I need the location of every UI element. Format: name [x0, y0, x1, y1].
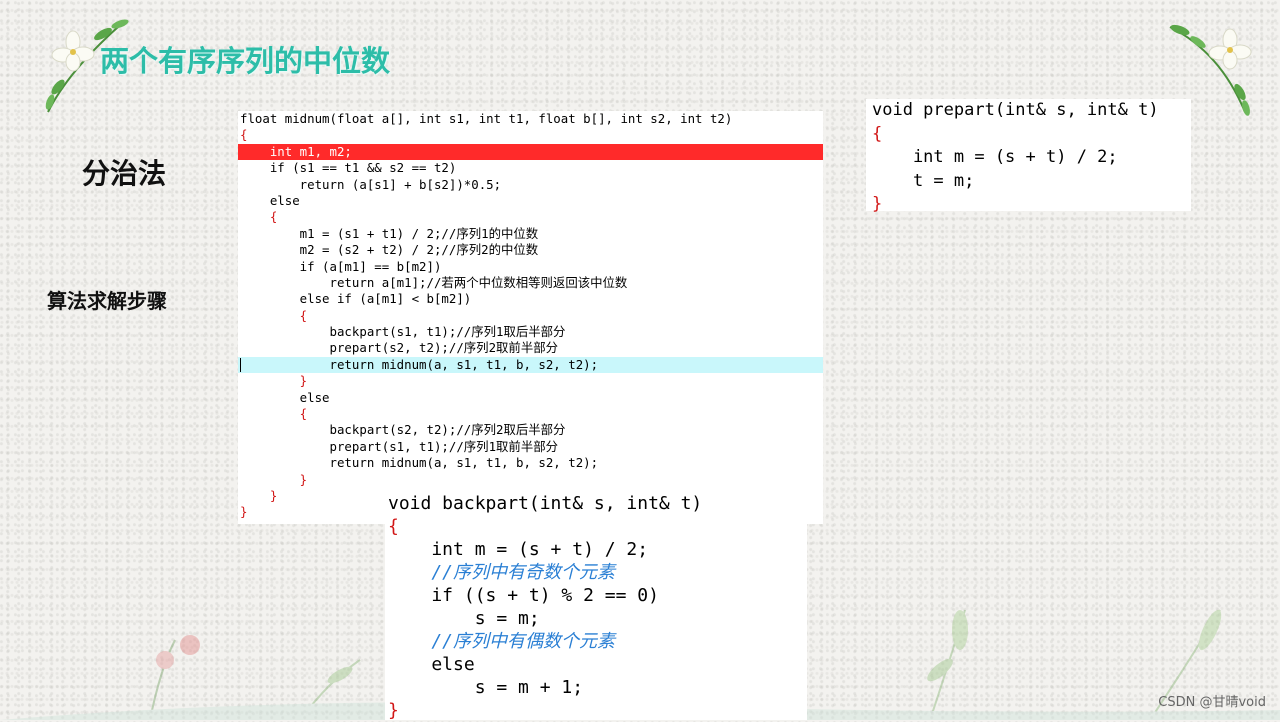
code-line: float midnum(float a[], int s1, int t1, … [240, 111, 733, 126]
code-line: if ((s + t) % 2 == 0) [388, 585, 659, 606]
code-line: prepart(s1, t1);//序列1取前半部分 [240, 438, 558, 454]
code-line: { [240, 127, 248, 143]
watermark: CSDN @甘晴void [1158, 695, 1266, 710]
code-line: if (a[m1] == b[m2]) [240, 258, 442, 274]
code-line: else [240, 389, 330, 405]
code-comment-line: //序列中有偶数个元素 [388, 631, 616, 652]
code-line: { [240, 406, 308, 422]
code-line: { [388, 516, 399, 537]
code-line: void prepart(int& s, int& t) [872, 100, 1159, 120]
code-comment-line: //序列中有奇数个元素 [388, 562, 616, 583]
code-line: } [240, 373, 308, 389]
midnum-code-panel: float midnum(float a[], int s1, int t1, … [238, 111, 823, 524]
code-line: backpart(s1, t1);//序列1取后半部分 [240, 324, 566, 340]
code-line: m1 = (s1 + t1) / 2;//序列1的中位数 [240, 225, 539, 241]
code-line: else [388, 654, 475, 675]
code-line: s = m + 1; [388, 677, 584, 698]
slide-title: 两个有序序列的中位数 [100, 44, 391, 78]
code-line: int m = (s + t) / 2; [872, 147, 1118, 167]
code-line: t = m; [872, 170, 975, 191]
code-line: m2 = (s2 + t2) / 2;//序列2的中位数 [240, 242, 539, 258]
code-line: return (a[s1] + b[s2])*0.5; [240, 176, 502, 192]
code-line: { [872, 123, 883, 144]
backpart-code-panel: void backpart(int& s, int& t) { int m = … [385, 492, 807, 721]
prepart-code-panel: void prepart(int& s, int& t) { int m = (… [866, 99, 1191, 214]
code-line: return midnum(a, s1, t1, b, s2, t2); [240, 455, 599, 471]
code-line: } [240, 471, 308, 487]
code-line-error-highlight: int m1, m2; [238, 143, 823, 161]
code-line: } [872, 194, 883, 214]
code-line: s = m; [388, 608, 540, 629]
code-line: else if (a[m1] < b[m2]) [240, 291, 472, 307]
code-line: prepart(s2, t2);//序列2取前半部分 [240, 340, 558, 356]
code-line: int m = (s + t) / 2; [388, 539, 649, 560]
steps-label: 算法求解步骤 [47, 289, 167, 313]
code-line: if (s1 == t1 && s2 == t2) [240, 160, 457, 176]
method-label: 分治法 [82, 157, 167, 190]
code-line: { [240, 307, 308, 323]
code-line: return a[m1];//若两个中位数相等则返回该中位数 [240, 274, 628, 290]
code-line: } [388, 700, 399, 721]
code-line: backpart(s2, t2);//序列2取后半部分 [240, 422, 566, 438]
code-line: else [240, 192, 300, 208]
code-line: { [240, 209, 278, 225]
code-line-current-highlight[interactable]: return midnum(a, s1, t1, b, s2, t2); [238, 356, 823, 374]
code-line: void backpart(int& s, int& t) [388, 493, 703, 514]
